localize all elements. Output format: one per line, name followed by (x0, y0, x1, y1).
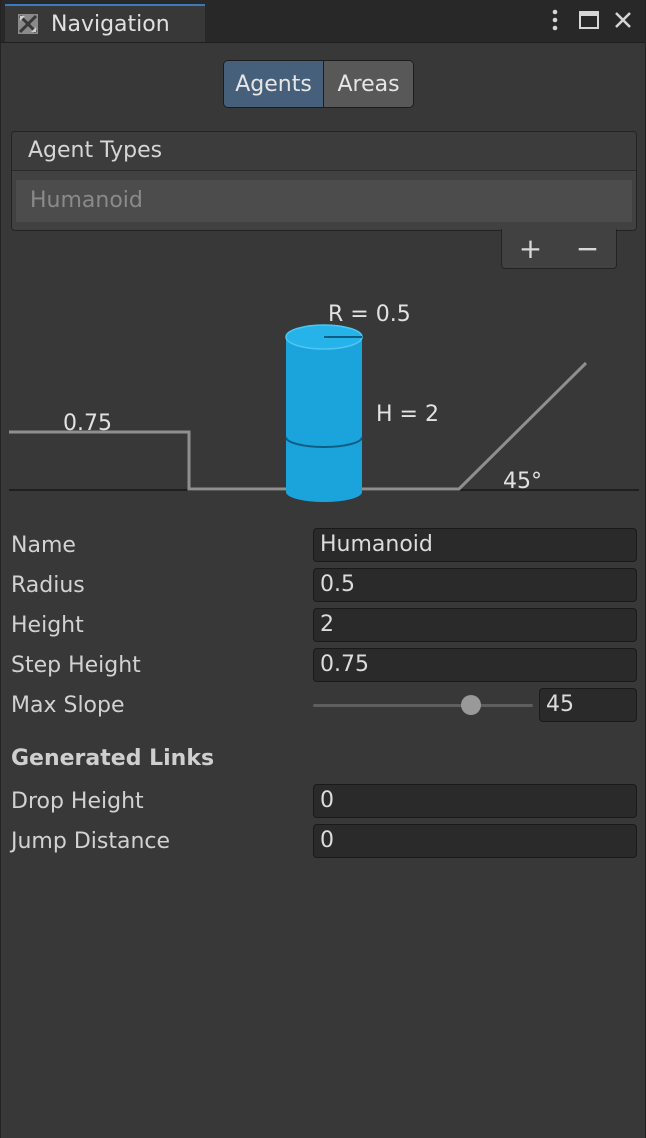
close-icon[interactable] (611, 6, 635, 34)
row-drop-height: Drop Height 0 (11, 783, 639, 819)
slider-track (313, 704, 533, 707)
maximize-icon[interactable] (577, 6, 601, 34)
generated-links-title: Generated Links (11, 746, 215, 771)
max-slope-label: Max Slope (11, 692, 125, 718)
agent-types-list: Agent Types Humanoid (11, 131, 637, 231)
radius-field[interactable]: 0.5 (313, 568, 637, 602)
drop-height-field[interactable]: 0 (313, 784, 637, 818)
agent-diagram: R = 0.5 H = 2 0.75 45° (9, 302, 639, 502)
add-agent-button[interactable]: + (511, 232, 551, 265)
list-footer: + − (501, 229, 617, 269)
radius-label: R = 0.5 (328, 302, 411, 327)
step-height-label: Step Height (11, 652, 141, 678)
name-label: Name (11, 532, 76, 558)
tab-bar: Navigation (1, 0, 645, 43)
agent-cylinder (285, 324, 363, 502)
tab-navigation[interactable]: Navigation (5, 4, 205, 42)
tab-areas[interactable]: Areas (324, 61, 413, 107)
slope-label: 45° (503, 469, 542, 494)
jump-distance-field[interactable]: 0 (313, 824, 637, 858)
agents-areas-toggle: Agents Areas (223, 60, 414, 108)
max-slope-slider[interactable] (313, 688, 533, 722)
tab-title: Navigation (51, 11, 170, 37)
step-height-field[interactable]: 0.75 (313, 648, 637, 682)
name-field[interactable]: Humanoid (313, 528, 637, 562)
tab-agents[interactable]: Agents (224, 61, 324, 107)
more-vert-icon[interactable] (543, 6, 567, 34)
list-item-humanoid[interactable]: Humanoid (16, 180, 632, 222)
drop-height-label: Drop Height (11, 788, 144, 814)
height-field[interactable]: 2 (313, 608, 637, 642)
slider-thumb[interactable] (461, 695, 482, 715)
height-label: H = 2 (376, 402, 439, 427)
step-label: 0.75 (63, 411, 112, 436)
row-jump-distance: Jump Distance 0 (11, 823, 639, 859)
remove-agent-button[interactable]: − (568, 232, 608, 265)
navigation-window: Navigation Agents Areas Agent Types Huma… (0, 0, 646, 1138)
row-max-slope: Max Slope 45 (11, 687, 639, 723)
row-height: Height 2 (11, 607, 639, 643)
row-name: Name Humanoid (11, 527, 639, 563)
row-radius: Radius 0.5 (11, 567, 639, 603)
navigation-icon (18, 14, 38, 34)
radius-field-label: Radius (11, 572, 85, 598)
window-controls (543, 6, 635, 34)
agent-types-header: Agent Types (12, 132, 636, 171)
row-step-height: Step Height 0.75 (11, 647, 639, 683)
max-slope-field[interactable]: 45 (539, 688, 637, 722)
jump-distance-label: Jump Distance (11, 828, 171, 854)
height-field-label: Height (11, 612, 84, 638)
